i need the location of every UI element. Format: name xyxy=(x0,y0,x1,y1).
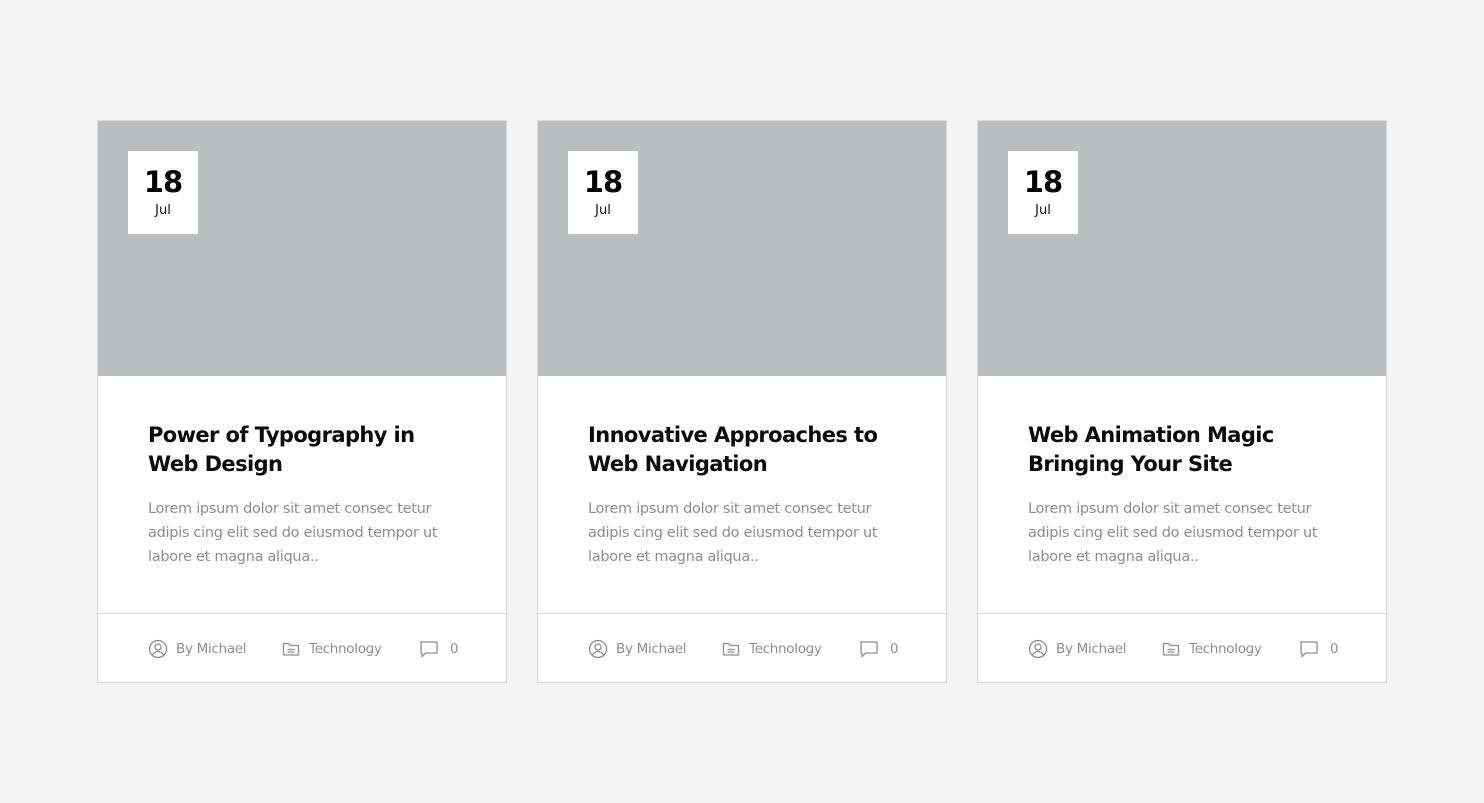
date-day: 18 xyxy=(583,165,623,199)
date-month: Jul xyxy=(155,203,171,218)
comment-icon xyxy=(419,639,450,659)
post-title-link[interactable]: Power of Typography in Web Design xyxy=(148,421,468,479)
user-circle-icon xyxy=(148,639,176,659)
post-body: Innovative Approaches to Web Navigation … xyxy=(588,421,908,569)
comments-link[interactable]: 0 xyxy=(1299,639,1339,659)
date-badge: 18 Jul xyxy=(128,151,198,234)
author-name: By Michael xyxy=(176,641,247,657)
author-name: By Michael xyxy=(1056,641,1127,657)
author-link[interactable]: By Michael xyxy=(588,639,687,659)
user-circle-icon xyxy=(588,639,616,659)
date-day: 18 xyxy=(143,165,183,199)
category-link[interactable]: Technology xyxy=(721,639,822,659)
comment-icon xyxy=(859,639,890,659)
comments-link[interactable]: 0 xyxy=(859,639,899,659)
date-badge: 18 Jul xyxy=(568,151,638,234)
post-excerpt: Lorem ipsum dolor sit amet consec tetur … xyxy=(1028,501,1318,565)
post-body: Power of Typography in Web Design Lorem … xyxy=(148,421,468,569)
date-month: Jul xyxy=(595,203,611,218)
post-title-link[interactable]: Web Animation Magic Bringing Your Site xyxy=(1028,421,1348,479)
date-month: Jul xyxy=(1035,203,1051,218)
folder-icon xyxy=(281,639,309,659)
post-excerpt: Lorem ipsum dolor sit amet consec tetur … xyxy=(148,501,438,565)
blog-post-grid: 18 Jul Power of Typography in Web Design… xyxy=(97,120,1387,683)
comment-count: 0 xyxy=(890,641,899,657)
category-link[interactable]: Technology xyxy=(1161,639,1262,659)
post-title-link[interactable]: Innovative Approaches to Web Navigation xyxy=(588,421,908,479)
folder-icon xyxy=(721,639,749,659)
comment-count: 0 xyxy=(450,641,459,657)
category-name: Technology xyxy=(749,641,822,657)
comment-count: 0 xyxy=(1330,641,1339,657)
post-thumbnail[interactable]: 18 Jul xyxy=(978,121,1386,376)
date-badge: 18 Jul xyxy=(1008,151,1078,234)
comments-link[interactable]: 0 xyxy=(419,639,459,659)
user-circle-icon xyxy=(1028,639,1056,659)
category-name: Technology xyxy=(1189,641,1262,657)
blog-post-card: 18 Jul Innovative Approaches to Web Navi… xyxy=(537,120,947,683)
blog-post-card: 18 Jul Web Animation Magic Bringing Your… xyxy=(977,120,1387,683)
post-meta-bar: By Michael Technology 0 xyxy=(98,613,506,682)
blog-post-card: 18 Jul Power of Typography in Web Design… xyxy=(97,120,507,683)
category-link[interactable]: Technology xyxy=(281,639,382,659)
author-link[interactable]: By Michael xyxy=(1028,639,1127,659)
comment-icon xyxy=(1299,639,1330,659)
author-name: By Michael xyxy=(616,641,687,657)
post-thumbnail[interactable]: 18 Jul xyxy=(538,121,946,376)
category-name: Technology xyxy=(309,641,382,657)
date-day: 18 xyxy=(1023,165,1063,199)
post-meta-bar: By Michael Technology 0 xyxy=(538,613,946,682)
post-excerpt: Lorem ipsum dolor sit amet consec tetur … xyxy=(588,501,878,565)
post-body: Web Animation Magic Bringing Your Site L… xyxy=(1028,421,1348,569)
folder-icon xyxy=(1161,639,1189,659)
author-link[interactable]: By Michael xyxy=(148,639,247,659)
post-thumbnail[interactable]: 18 Jul xyxy=(98,121,506,376)
post-meta-bar: By Michael Technology 0 xyxy=(978,613,1386,682)
